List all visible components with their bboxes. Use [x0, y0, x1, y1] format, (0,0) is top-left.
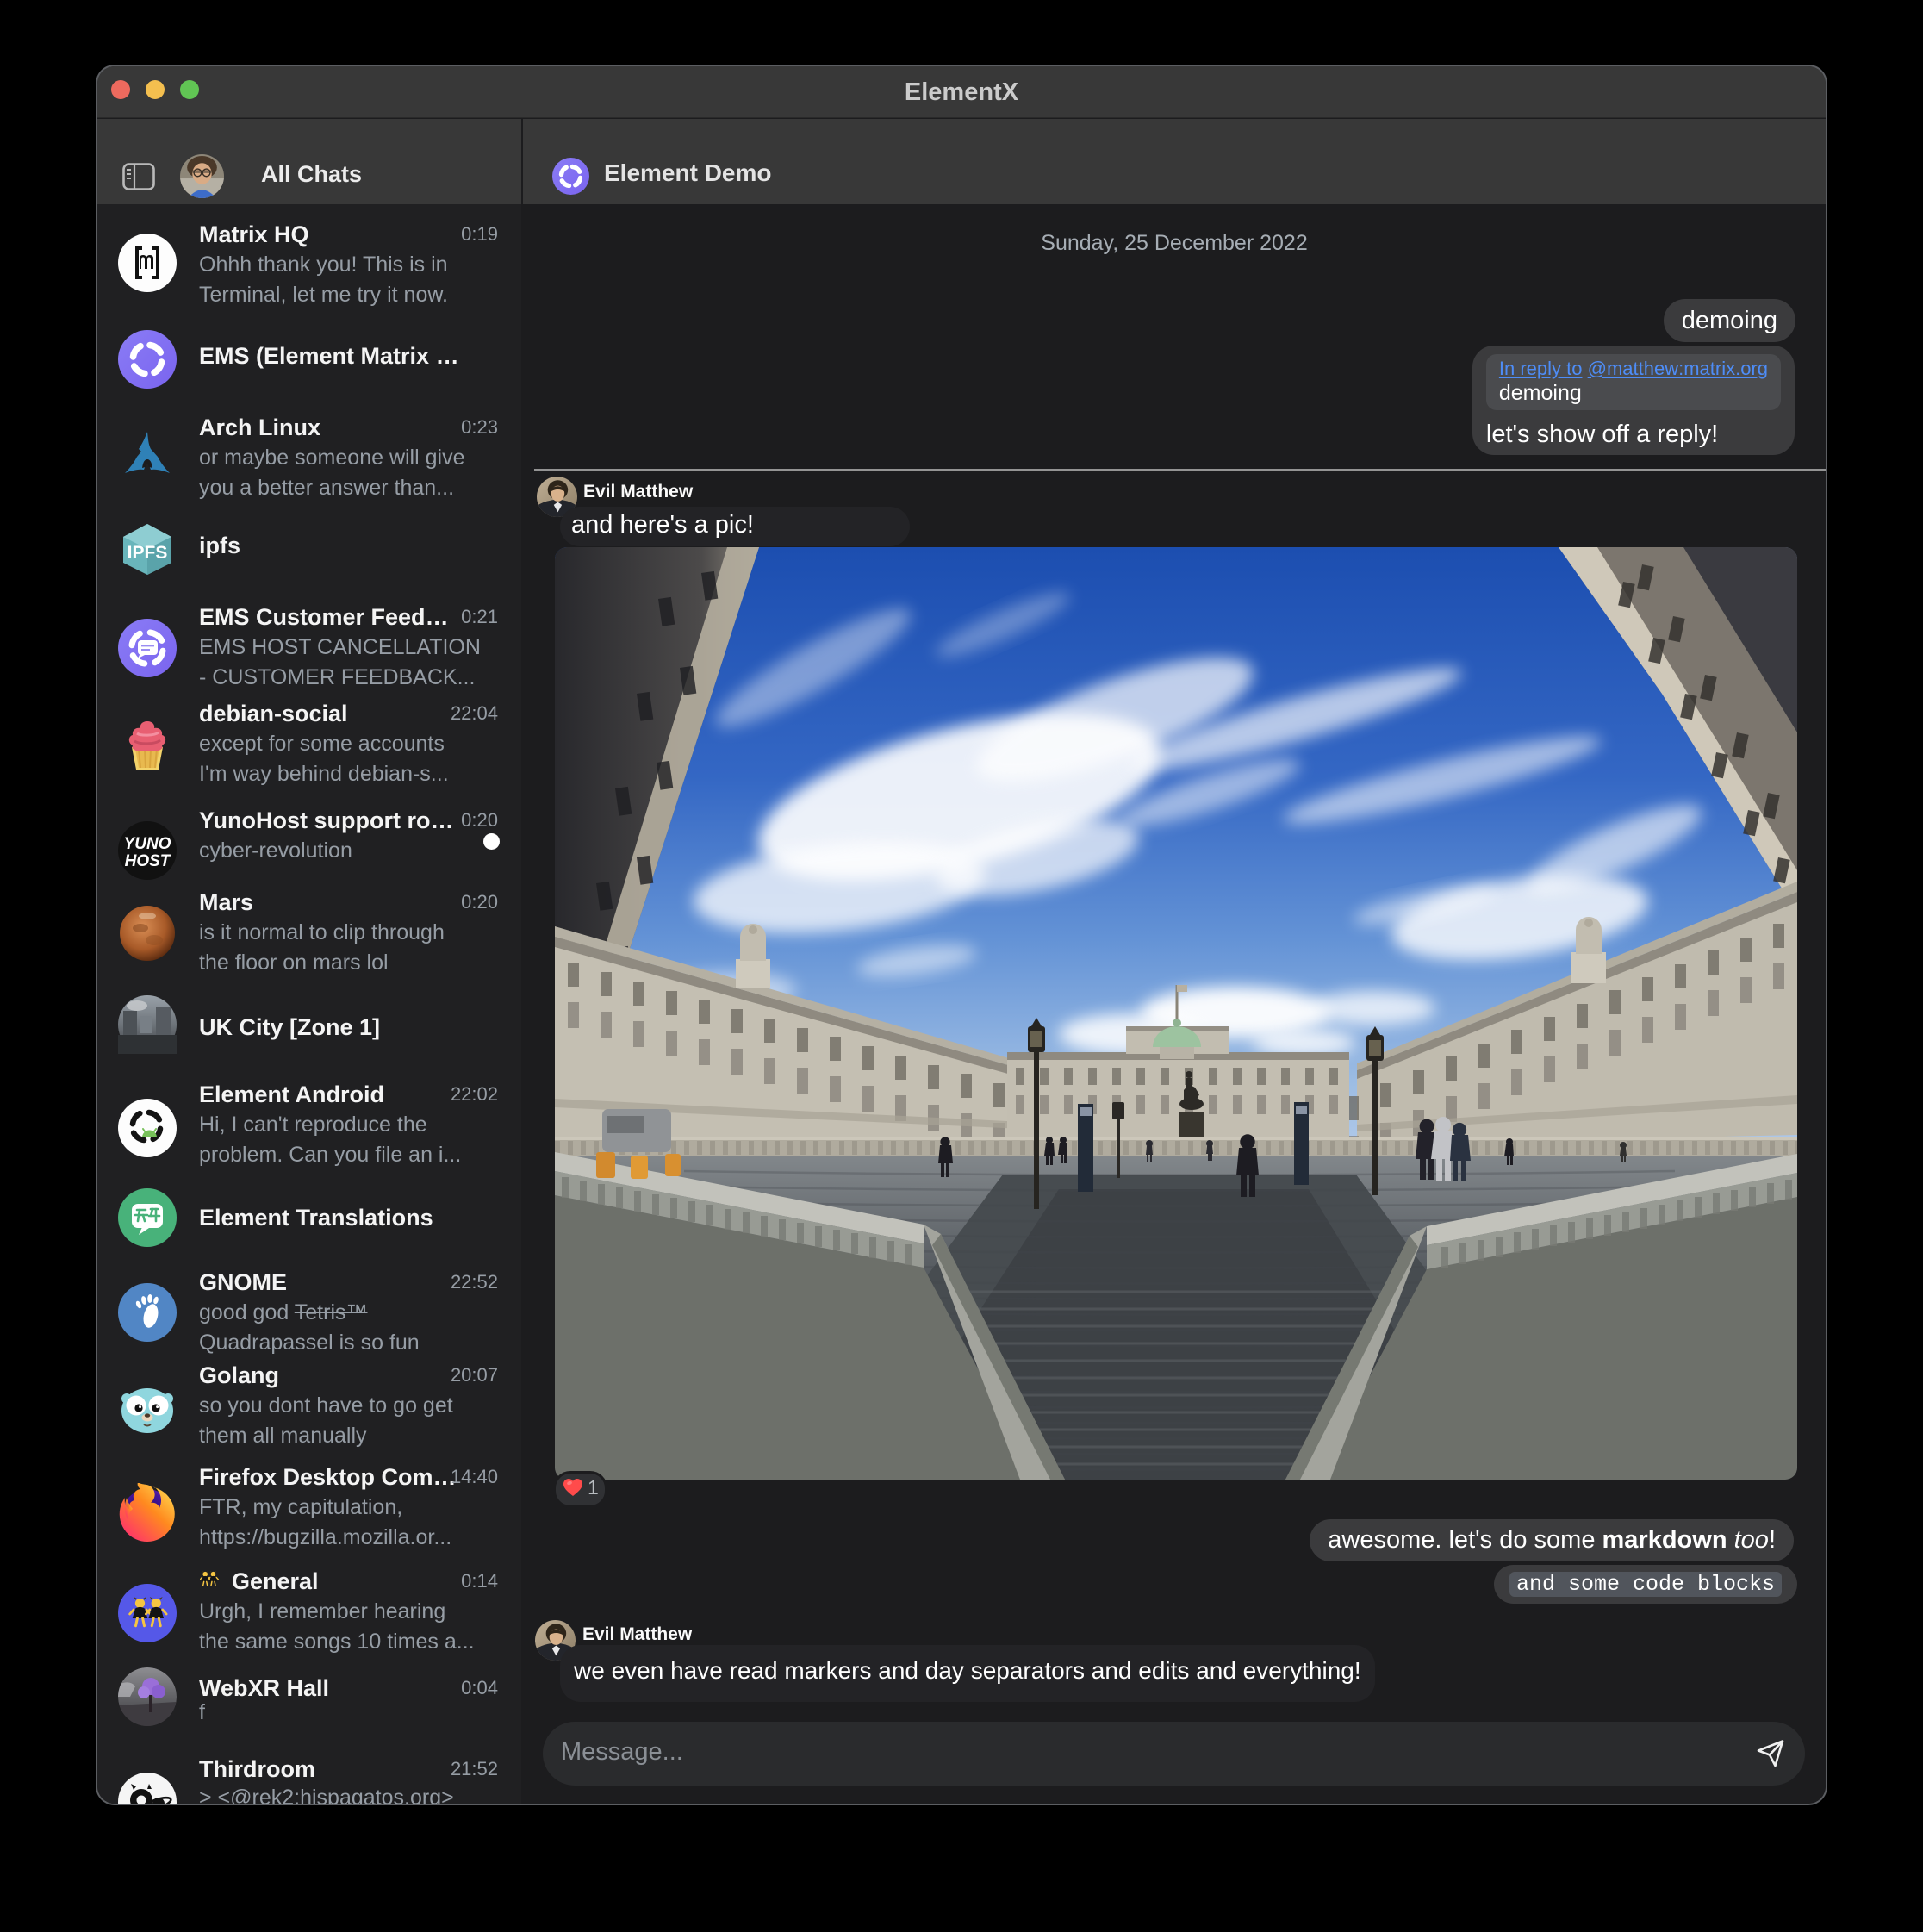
svg-text:HOST: HOST — [125, 852, 171, 870]
svg-text:IPFS: IPFS — [128, 543, 168, 563]
svg-text:YUNO: YUNO — [124, 835, 171, 853]
